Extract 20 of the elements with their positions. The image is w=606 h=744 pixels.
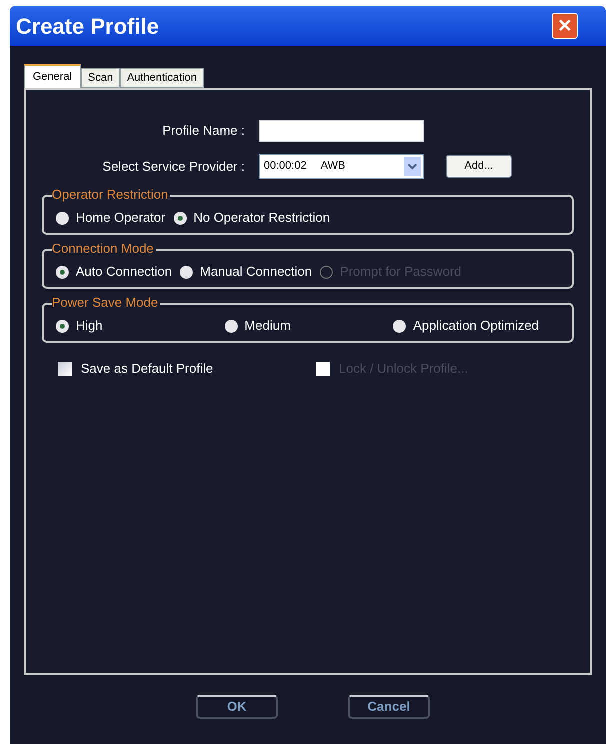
- radio-option[interactable]: Medium: [224, 316, 394, 336]
- service-provider-dropdown[interactable]: 00:00:02 AWB: [259, 154, 424, 179]
- radio-option[interactable]: Home Operator: [56, 208, 166, 228]
- tab[interactable]: Scan: [81, 68, 120, 88]
- add-button[interactable]: Add...: [446, 155, 512, 178]
- radio-option[interactable]: No Operator Restriction: [174, 208, 330, 228]
- dialog-button[interactable]: Cancel: [348, 695, 430, 719]
- close-button[interactable]: ✕: [552, 13, 578, 39]
- window-title: Create Profile: [16, 12, 160, 40]
- radio-option[interactable]: Auto Connection: [56, 262, 172, 282]
- radio-option[interactable]: Application Optimized: [393, 316, 562, 336]
- dialog-button[interactable]: OK: [196, 695, 278, 719]
- radio-option[interactable]: High: [56, 316, 225, 336]
- tab[interactable]: Authentication: [120, 68, 204, 88]
- profile-name-field[interactable]: [259, 120, 424, 142]
- field-label: Select Service Provider :: [102, 158, 246, 176]
- radio-option[interactable]: Manual Connection: [180, 262, 312, 282]
- tab[interactable]: General: [24, 64, 82, 88]
- checkbox-option[interactable]: Save as Default Profile: [58, 359, 316, 378]
- field-label: Profile Name :: [162, 122, 246, 140]
